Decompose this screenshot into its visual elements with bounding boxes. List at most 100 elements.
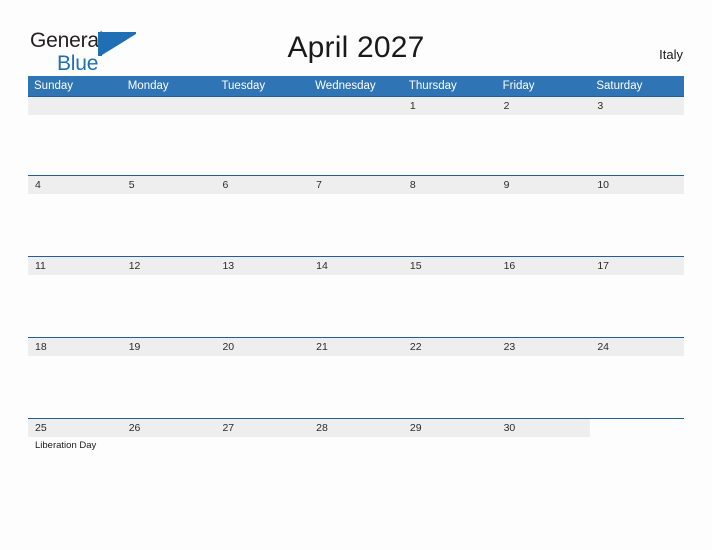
- day-events-row: [28, 115, 684, 118]
- calendar-week-row: 25 26 27 28 29 30 Liberation Day: [28, 418, 684, 499]
- event-cell: [309, 115, 403, 118]
- weekday-header-saturday: Saturday: [596, 80, 643, 92]
- event-cell: [122, 194, 216, 197]
- day-cell-28[interactable]: 28: [309, 419, 403, 437]
- event-cell: [497, 275, 591, 278]
- holiday-label: Liberation Day: [35, 440, 97, 451]
- event-cell: [497, 115, 591, 118]
- event-cell: [403, 356, 497, 359]
- weekday-header-thursday: Thursday: [408, 80, 457, 92]
- calendar-week-row: 4 5 6 7 8 9 10: [28, 175, 685, 256]
- day-cell-3[interactable]: 3: [590, 97, 685, 115]
- event-cell: Liberation Day: [28, 437, 122, 452]
- event-cell: [590, 275, 684, 278]
- event-cell: [497, 356, 591, 359]
- day-cell-22[interactable]: 22: [402, 338, 497, 356]
- page-title: April 2027: [287, 31, 425, 64]
- weekday-header-monday: Monday: [127, 80, 169, 92]
- weekday-header-wednesday: Wednesday: [315, 80, 376, 92]
- event-cell: [122, 115, 216, 118]
- calendar-week-row: 11 12 13 14 15 16 17: [28, 256, 685, 337]
- day-cell-14[interactable]: 14: [309, 257, 403, 275]
- calendar-page: General Blue April 2027 Italy Sunday Mond…: [0, 0, 712, 550]
- calendar-week-row: 18 19 20 21 22 23 24: [28, 337, 685, 418]
- day-cell-19[interactable]: 19: [121, 338, 216, 356]
- weekday-header-tuesday: Tuesday: [221, 80, 266, 92]
- day-cell-18[interactable]: 18: [28, 338, 122, 356]
- event-cell: [309, 275, 403, 278]
- event-cell: [309, 194, 403, 197]
- day-cell-30[interactable]: 30: [496, 419, 591, 437]
- day-number-band: 25 26 27 28 29 30: [28, 419, 684, 437]
- event-cell: [403, 275, 497, 278]
- day-cell-15[interactable]: 15: [402, 257, 497, 275]
- day-cell-4[interactable]: 4: [28, 176, 122, 194]
- calendar-week-row: 123: [28, 96, 685, 175]
- event-cell: [122, 275, 216, 278]
- weekday-header-sunday: Sunday: [34, 80, 74, 92]
- day-cell-empty: [590, 419, 684, 437]
- event-cell: [215, 356, 309, 359]
- weekday-header-friday: Friday: [502, 80, 535, 92]
- event-cell: [28, 194, 122, 197]
- day-cell-29[interactable]: 29: [402, 419, 497, 437]
- event-cell: [497, 194, 591, 197]
- day-cell-17[interactable]: 17: [590, 257, 685, 275]
- day-cell-7[interactable]: 7: [309, 176, 403, 194]
- event-cell: [215, 194, 309, 197]
- day-cell-16[interactable]: 16: [496, 257, 591, 275]
- page-header: General Blue April 2027 Italy: [0, 0, 712, 76]
- event-cell: [28, 356, 122, 359]
- day-cell-23[interactable]: 23: [496, 338, 591, 356]
- event-cell: [122, 356, 216, 359]
- calendar-grid: Sunday Monday Tuesday Wednesday Thursday Frid…: [28, 76, 685, 499]
- day-events-row: Liberation Day: [28, 437, 684, 452]
- event-cell: [497, 437, 591, 452]
- day-events-row: [28, 356, 684, 359]
- event-cell: [309, 437, 403, 452]
- day-cell-11[interactable]: 11: [28, 257, 122, 275]
- day-cell-empty: [309, 97, 403, 115]
- country-label: Italy: [659, 47, 683, 62]
- event-cell: [309, 356, 403, 359]
- day-cell-10[interactable]: 10: [590, 176, 685, 194]
- day-cell-20[interactable]: 20: [215, 338, 310, 356]
- event-cell: [215, 437, 309, 452]
- day-cell-empty: [215, 97, 310, 115]
- day-cell-13[interactable]: 13: [215, 257, 310, 275]
- event-cell: [122, 437, 216, 452]
- day-cell-2[interactable]: 2: [496, 97, 591, 115]
- day-cell-5[interactable]: 5: [121, 176, 216, 194]
- day-cell-12[interactable]: 12: [121, 257, 216, 275]
- event-cell: [215, 275, 309, 278]
- event-cell: [215, 115, 309, 118]
- day-cell-25[interactable]: 25: [28, 419, 122, 437]
- day-number-band: 18 19 20 21 22 23 24: [28, 338, 685, 356]
- day-cell-1[interactable]: 1: [402, 97, 497, 115]
- event-cell: [590, 356, 684, 359]
- event-cell: [590, 194, 684, 197]
- weekday-header-row: Sunday Monday Tuesday Wednesday Thursday Frid…: [28, 76, 684, 96]
- event-cell: [403, 115, 497, 118]
- day-events-row: [28, 194, 684, 197]
- event-cell: [28, 115, 122, 118]
- day-events-row: [28, 275, 684, 278]
- day-cell-21[interactable]: 21: [309, 338, 403, 356]
- day-cell-empty: [121, 97, 216, 115]
- day-cell-27[interactable]: 27: [215, 419, 310, 437]
- day-cell-9[interactable]: 9: [496, 176, 591, 194]
- event-cell: [590, 437, 684, 452]
- day-number-band: 123: [28, 97, 685, 115]
- day-cell-6[interactable]: 6: [215, 176, 310, 194]
- event-cell: [28, 275, 122, 278]
- event-cell: [403, 194, 497, 197]
- day-number-band: 11 12 13 14 15 16 17: [28, 257, 685, 275]
- day-cell-24[interactable]: 24: [590, 338, 685, 356]
- day-cell-26[interactable]: 26: [121, 419, 216, 437]
- day-cell-empty: [28, 97, 122, 115]
- event-cell: [590, 115, 684, 118]
- calendar-weeks: 1 2 3 4 5 6 7 8 9 10 11 12 13 14 15 16 17 18 19 20 21 22 23 24 2…: [28, 96, 685, 499]
- day-cell-8[interactable]: 8: [402, 176, 497, 194]
- event-cell: [403, 437, 497, 452]
- day-number-band: 4 5 6 7 8 9 10: [28, 176, 685, 194]
